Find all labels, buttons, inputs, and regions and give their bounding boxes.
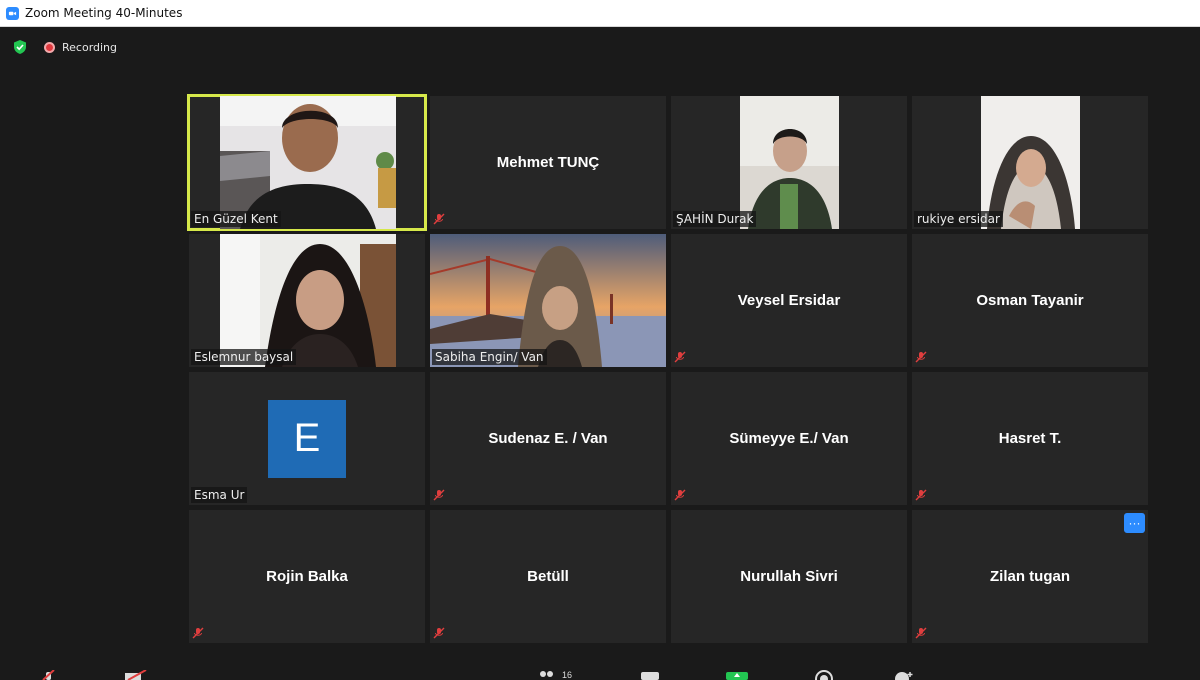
participant-name: Rojin Balka: [266, 568, 348, 585]
participant-tile[interactable]: Mehmet TUNÇ: [430, 96, 666, 229]
participant-tile[interactable]: En Güzel Kent: [187, 94, 427, 231]
participants-count: 16: [562, 670, 573, 680]
share-screen-icon[interactable]: [725, 670, 749, 680]
participant-name-tag: ŞAHİN Durak: [673, 211, 757, 227]
participant-tile[interactable]: Rojin Balka: [189, 510, 425, 643]
recording-label: Recording: [62, 40, 118, 54]
participant-name: Zilan tugan: [990, 568, 1070, 585]
participant-tile[interactable]: Eslemnur baysal: [189, 234, 425, 367]
participant-tile[interactable]: Betüll: [430, 510, 666, 643]
window-title: Zoom Meeting 40-Minutes: [25, 6, 183, 20]
participant-tile[interactable]: Nurullah Sivri: [671, 510, 907, 643]
participant-tile[interactable]: ŞAHİN Durak: [671, 96, 907, 229]
participant-tile[interactable]: Sudenaz E. / Van: [430, 372, 666, 505]
muted-mic-icon: [915, 627, 927, 639]
participant-name: Sümeyye E./ Van: [729, 430, 849, 447]
shield-icon[interactable]: [12, 39, 28, 55]
muted-mic-icon: [674, 351, 686, 363]
chat-icon[interactable]: [640, 670, 660, 680]
participant-name: Sudenaz E. / Van: [488, 430, 608, 447]
participant-name-tag: Sabiha Engin/ Van: [432, 349, 547, 365]
muted-mic-icon: [433, 489, 445, 501]
muted-mic-icon: [674, 489, 686, 501]
participant-name: Mehmet TUNÇ: [496, 154, 600, 171]
participant-tile[interactable]: Sabiha Engin/ Van: [430, 234, 666, 367]
muted-mic-icon: [915, 351, 927, 363]
participant-name-tag: Esma Ur: [191, 487, 248, 503]
participant-video: [981, 96, 1080, 229]
zoom-app-icon: [6, 6, 19, 20]
more-options-button[interactable]: ···: [1124, 513, 1145, 533]
muted-mic-icon: [433, 213, 445, 225]
participant-tile[interactable]: Hasret T.: [912, 372, 1148, 505]
participant-name: Veysel Ersidar: [737, 292, 841, 309]
participant-name: Osman Tayanir: [976, 292, 1084, 309]
participant-tile[interactable]: E Esma Ur: [189, 372, 425, 505]
participant-name: Hasret T.: [998, 430, 1062, 447]
meeting-status-bar: Recording: [0, 27, 1200, 67]
participant-name-tag: rukiye ersidar: [914, 211, 1003, 227]
participant-name-tag: En Güzel Kent: [191, 211, 281, 227]
muted-mic-icon: [433, 627, 445, 639]
muted-mic-icon: [192, 627, 204, 639]
participant-video: [740, 96, 839, 229]
recording-icon[interactable]: [44, 41, 55, 53]
avatar: E: [268, 399, 346, 478]
participant-name: Nurullah Sivri: [740, 568, 838, 585]
participant-tile[interactable]: Veysel Ersidar: [671, 234, 907, 367]
participant-video: [220, 234, 396, 367]
participants-icon[interactable]: [537, 670, 557, 680]
participant-video: [220, 96, 396, 229]
window-titlebar: Zoom Meeting 40-Minutes: [0, 0, 1200, 27]
reactions-icon[interactable]: [893, 670, 915, 680]
participant-video: [430, 234, 666, 367]
participant-name-tag: Eslemnur baysal: [191, 349, 297, 365]
participant-tile[interactable]: Zilan tugan ···: [912, 510, 1148, 643]
muted-mic-icon: [915, 489, 927, 501]
mute-mic-icon[interactable]: [40, 670, 58, 680]
participant-tile[interactable]: Osman Tayanir: [912, 234, 1148, 367]
participant-tile[interactable]: Sümeyye E./ Van: [671, 372, 907, 505]
participant-name: Betüll: [527, 568, 569, 585]
meeting-toolbar: 16: [0, 664, 1200, 680]
participant-tile[interactable]: rukiye ersidar: [912, 96, 1148, 229]
record-icon[interactable]: [813, 670, 835, 680]
stop-video-icon[interactable]: [124, 670, 150, 680]
gallery-view: En Güzel Kent Mehmet TUNÇ ŞAHİN Durak ru…: [187, 94, 1150, 646]
